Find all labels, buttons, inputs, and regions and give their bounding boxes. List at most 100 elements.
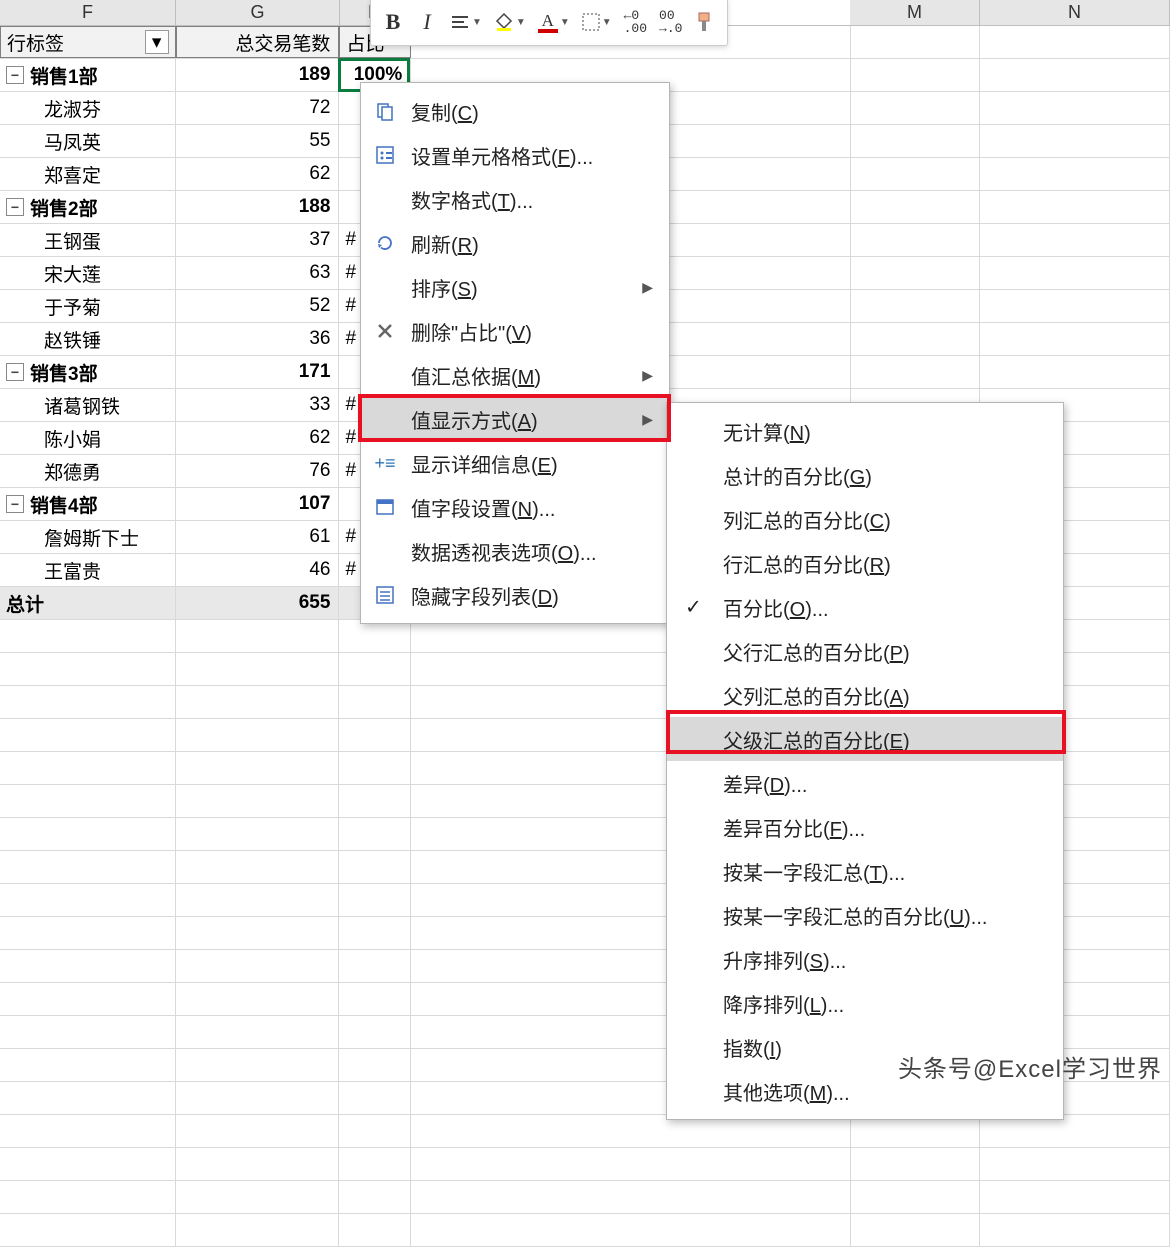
item-row[interactable]: 詹姆斯下士 [0,521,176,553]
empty-cell[interactable] [339,917,411,949]
item-row[interactable]: 郑喜定 [0,158,176,190]
format-painter-button[interactable] [691,6,719,38]
borders-button[interactable]: ▼ [579,6,615,38]
empty-cell[interactable] [176,1115,340,1147]
empty-cell[interactable] [0,785,176,817]
submenu-diff-pct[interactable]: 差异百分比(F)... [667,805,1063,849]
empty-cell[interactable] [980,257,1170,289]
collapse-icon[interactable]: − [6,198,24,216]
empty-cell[interactable] [0,1049,176,1081]
empty-cell[interactable] [339,1148,411,1180]
empty-cell[interactable] [851,158,981,190]
empty-cell[interactable] [980,92,1170,124]
empty-cell[interactable] [176,752,340,784]
empty-cell[interactable] [980,323,1170,355]
empty-cell[interactable] [851,1214,981,1246]
menu-format-cells[interactable]: 设置单元格格式(F)... [361,133,669,177]
empty-cell[interactable] [851,257,981,289]
item-row[interactable]: 王钢蛋 [0,224,176,256]
align-button[interactable]: ▼ [447,6,485,38]
empty-cell[interactable] [176,1016,340,1048]
submenu-diff[interactable]: 差异(D)... [667,761,1063,805]
empty-cell[interactable] [0,719,176,751]
empty-cell[interactable] [851,59,981,91]
menu-summarize-by[interactable]: 值汇总依据(M)▶ [361,353,669,397]
empty-cell[interactable] [0,1016,176,1048]
item-row[interactable]: 诸葛钢铁 [0,389,176,421]
empty-cell[interactable] [176,851,340,883]
empty-cell[interactable] [980,26,1170,58]
empty-cell[interactable] [980,1148,1170,1180]
empty-cell[interactable] [980,125,1170,157]
item-value[interactable]: 33 [176,389,340,421]
fill-color-button[interactable]: ▼ [491,6,529,38]
collapse-icon[interactable]: − [6,495,24,513]
empty-cell[interactable] [0,1115,176,1147]
empty-cell[interactable] [176,1181,340,1213]
submenu-col-pct[interactable]: 列汇总的百分比(C) [667,497,1063,541]
empty-cell[interactable] [176,686,340,718]
empty-cell[interactable] [851,323,981,355]
submenu-no-calc[interactable]: 无计算(N) [667,409,1063,453]
empty-cell[interactable] [980,1181,1170,1213]
empty-cell[interactable] [980,191,1170,223]
menu-show-values-as[interactable]: 值显示方式(A)▶ [361,397,669,441]
submenu-parent-pct[interactable]: 父级汇总的百分比(E) [667,717,1063,761]
empty-cell[interactable] [339,752,411,784]
item-value[interactable]: 63 [176,257,340,289]
item-row[interactable]: 郑德勇 [0,455,176,487]
item-row[interactable]: 赵铁锤 [0,323,176,355]
empty-cell[interactable] [0,917,176,949]
col-header-F[interactable]: F [0,0,176,25]
empty-cell[interactable] [980,1214,1170,1246]
col-header-M[interactable]: M [850,0,980,25]
empty-cell[interactable] [0,752,176,784]
empty-cell[interactable] [176,1214,340,1246]
group-row[interactable]: −销售1部 [0,59,176,91]
menu-show-details[interactable]: +≡ 显示详细信息(E) [361,441,669,485]
submenu-rank-asc[interactable]: 升序排列(S)... [667,937,1063,981]
menu-copy[interactable]: 复制(C) [361,89,669,133]
empty-cell[interactable] [339,620,411,652]
pivot-rowlabel-header[interactable]: 行标签 ▾ [0,26,176,58]
empty-cell[interactable] [851,92,981,124]
empty-cell[interactable] [339,1016,411,1048]
empty-cell[interactable] [339,653,411,685]
pivot-col1-header[interactable]: 总交易笔数 [176,26,340,58]
menu-refresh[interactable]: 刷新(R) [361,221,669,265]
menu-number-format[interactable]: 数字格式(T)... [361,177,669,221]
empty-cell[interactable] [339,818,411,850]
empty-cell[interactable] [851,224,981,256]
empty-cell[interactable] [339,1115,411,1147]
empty-cell[interactable] [176,917,340,949]
submenu-rank-desc[interactable]: 降序排列(L)... [667,981,1063,1025]
group-total[interactable]: 107 [176,488,340,520]
submenu-grand-pct[interactable]: 总计的百分比(G) [667,453,1063,497]
item-row[interactable]: 龙淑芬 [0,92,176,124]
empty-cell[interactable] [851,1148,981,1180]
menu-delete[interactable]: 删除"占比"(V) [361,309,669,353]
empty-cell[interactable] [0,686,176,718]
empty-cell[interactable] [0,818,176,850]
filter-dropdown-icon[interactable]: ▾ [145,30,169,54]
empty-cell[interactable] [339,719,411,751]
menu-sort[interactable]: 排序(S)▶ [361,265,669,309]
group-row[interactable]: −销售3部 [0,356,176,388]
empty-cell[interactable] [339,851,411,883]
collapse-icon[interactable]: − [6,66,24,84]
empty-cell[interactable] [0,1082,176,1114]
col-header-N[interactable]: N [980,0,1170,25]
menu-field-settings[interactable]: 值字段设置(N)... [361,485,669,529]
italic-button[interactable]: I [413,6,441,38]
menu-hide-field-list[interactable]: 隐藏字段列表(D) [361,573,669,617]
empty-cell[interactable] [0,983,176,1015]
empty-cell[interactable] [339,950,411,982]
empty-cell[interactable] [176,620,340,652]
item-value[interactable]: 61 [176,521,340,553]
empty-cell[interactable] [339,1082,411,1114]
empty-cell[interactable] [339,983,411,1015]
empty-cell[interactable] [851,125,981,157]
empty-cell[interactable] [980,356,1170,388]
empty-cell[interactable] [851,1181,981,1213]
submenu-row-pct[interactable]: 行汇总的百分比(R) [667,541,1063,585]
